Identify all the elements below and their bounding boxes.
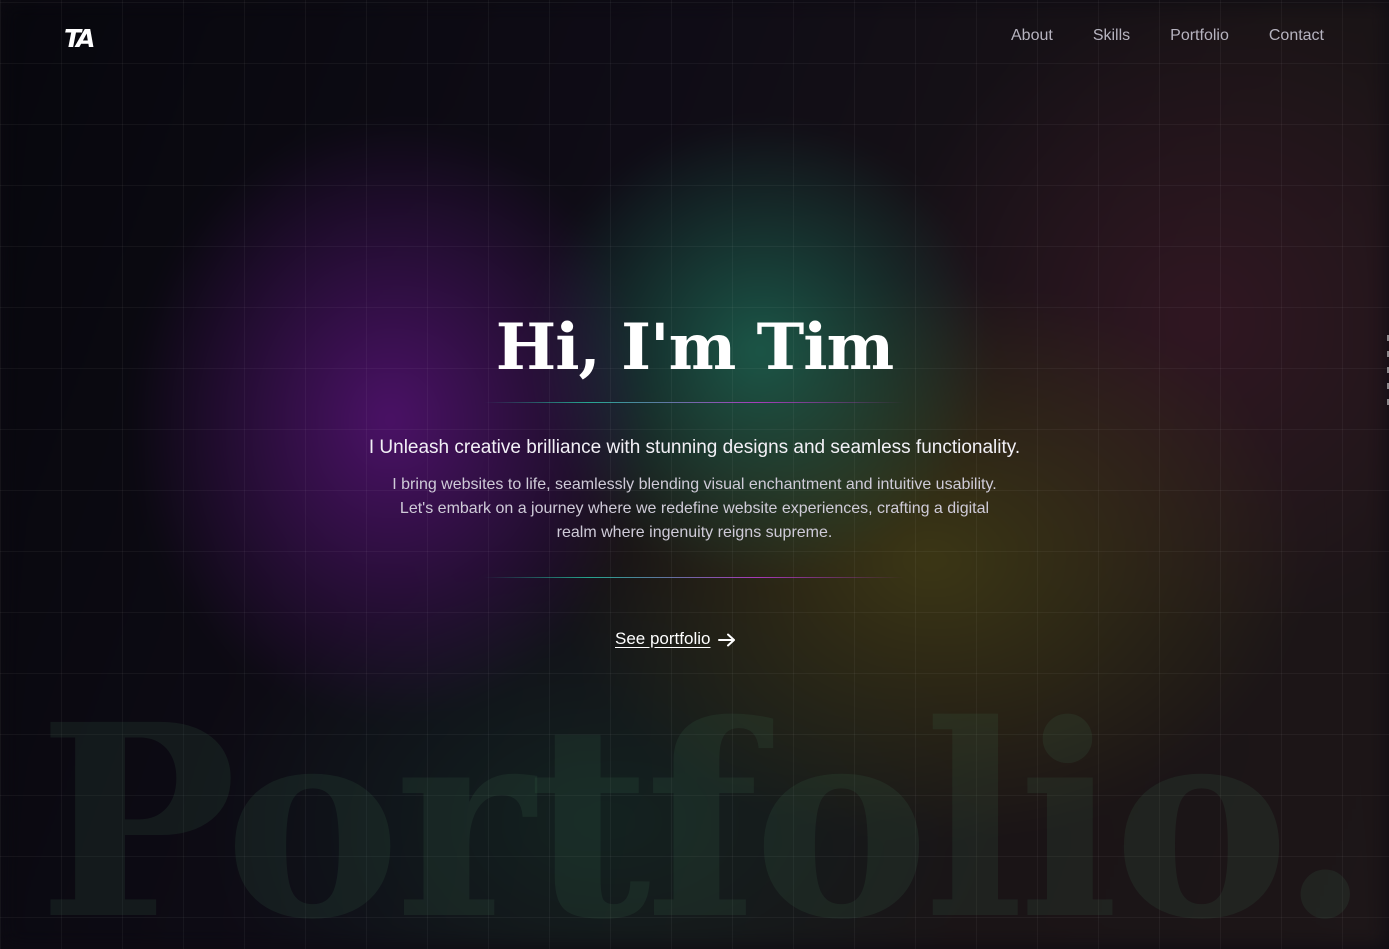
hero-tagline: I Unleash creative brilliance with stunn… — [368, 437, 1021, 458]
site-header: TA About Skills Portfolio Contact — [0, 0, 1389, 75]
hero-description: I bring websites to life, seamlessly ble… — [392, 476, 997, 541]
see-portfolio-link[interactable]: See portfolio — [615, 629, 736, 649]
see-portfolio-label: See portfolio — [615, 629, 711, 648]
nav-item-about[interactable]: About — [1011, 27, 1053, 45]
divider-bottom — [484, 577, 904, 578]
divider-top — [484, 402, 904, 403]
arrow-right-icon — [718, 632, 736, 647]
main-nav: About Skills Portfolio Contact — [1011, 27, 1324, 45]
logo[interactable]: TA — [64, 24, 96, 53]
nav-item-contact[interactable]: Contact — [1269, 27, 1324, 45]
nav-item-portfolio[interactable]: Portfolio — [1170, 27, 1229, 45]
nav-item-skills[interactable]: Skills — [1093, 27, 1130, 45]
hero-title: Hi, I'm Tim — [495, 310, 895, 385]
